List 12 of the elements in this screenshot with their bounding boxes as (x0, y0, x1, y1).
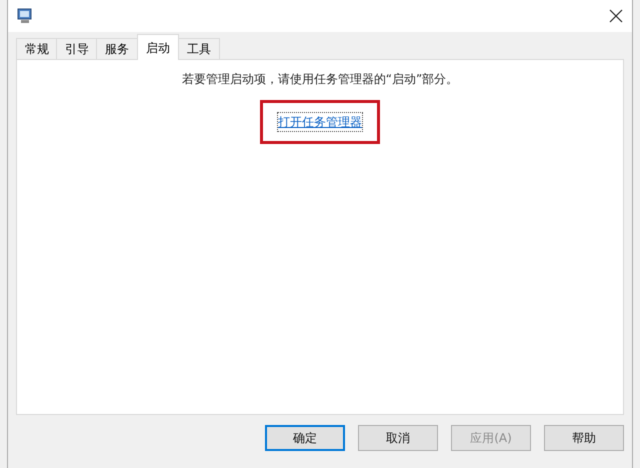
close-icon[interactable] (609, 9, 623, 23)
dialog-button[interactable]: 确定 (265, 425, 345, 451)
computer-icon (17, 8, 33, 24)
dialog-button[interactable]: 取消 (358, 425, 438, 451)
tab[interactable]: 启动 (137, 34, 179, 60)
task-manager-link[interactable]: 打开任务管理器 (278, 113, 362, 131)
tab[interactable]: 引导 (56, 38, 98, 60)
dialog-button[interactable]: 帮助 (544, 425, 624, 451)
instruction-text: 若要管理启动项，请使用任务管理器的“启动”部分。 (182, 71, 458, 88)
tab[interactable]: 工具 (178, 38, 220, 60)
tab[interactable]: 常规 (16, 38, 58, 60)
tab[interactable]: 服务 (96, 38, 138, 60)
